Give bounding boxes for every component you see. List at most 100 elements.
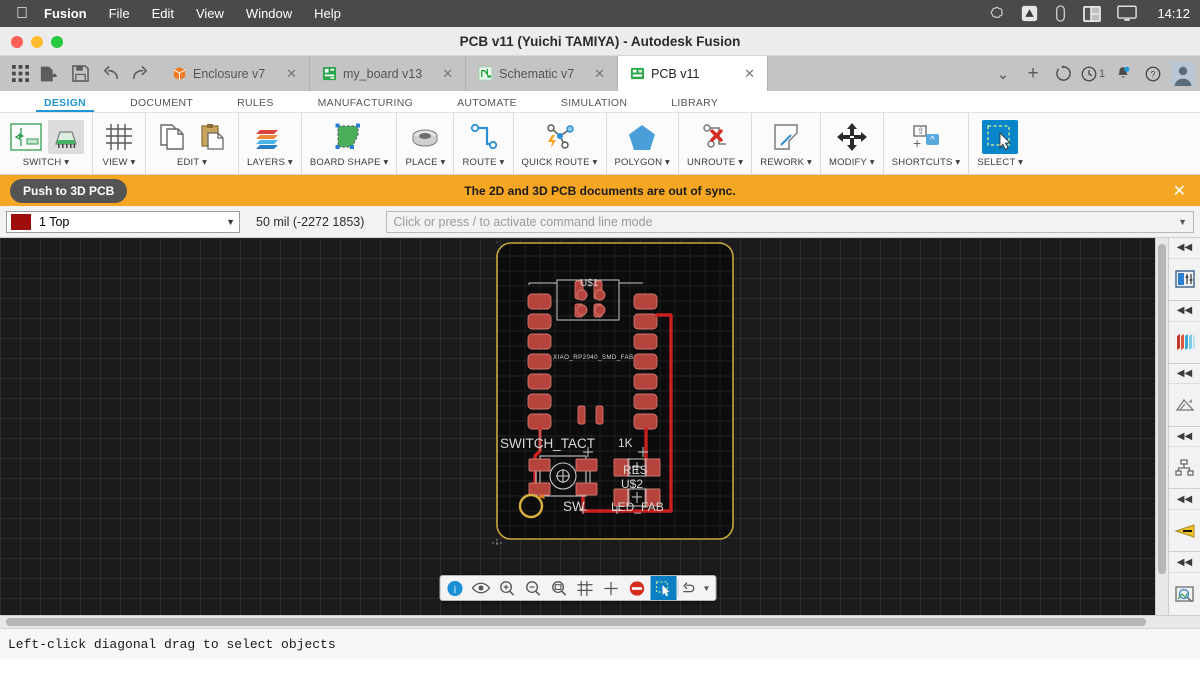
ribbon-group-modify[interactable]: MODIFY ▾ bbox=[821, 113, 884, 174]
copy-icon[interactable] bbox=[154, 120, 190, 154]
schematic-switch-icon[interactable] bbox=[8, 120, 44, 154]
place-component-icon[interactable] bbox=[407, 120, 443, 154]
document-tab-my-board[interactable]: my_board v13 ✕ bbox=[310, 56, 467, 91]
ribbon-tab-design[interactable]: DESIGN bbox=[22, 97, 108, 112]
ribbon-tab-simulation[interactable]: SIMULATION bbox=[539, 97, 649, 112]
ribbon-group-unroute[interactable]: UNROUTE ▾ bbox=[679, 113, 753, 174]
pcb-drawing[interactable]: U$1 XIAO_RP2040_SMD_FAB SWITCH_TACT SW 1… bbox=[0, 238, 1155, 615]
measure-dropdown-icon[interactable]: ▼ bbox=[679, 576, 713, 600]
document-tab-enclosure[interactable]: Enclosure v7 ✕ bbox=[160, 56, 310, 91]
no-entry-icon[interactable] bbox=[624, 576, 650, 600]
ribbon-group-shortcuts[interactable]: ⇧ + ^ SHORTCUTS ▾ bbox=[884, 113, 970, 174]
pcb-switch-icon[interactable] bbox=[48, 120, 84, 154]
design-rules-icon[interactable] bbox=[1169, 384, 1200, 427]
zoom-in-icon[interactable] bbox=[494, 576, 520, 600]
grid-apps-icon[interactable] bbox=[6, 60, 34, 88]
select-rectangle-icon[interactable] bbox=[982, 120, 1019, 154]
ribbon-tab-automate[interactable]: AUTOMATE bbox=[435, 97, 539, 112]
info-icon[interactable]: i bbox=[442, 576, 468, 600]
menu-item-fusion[interactable]: Fusion bbox=[44, 6, 87, 21]
display-icon[interactable] bbox=[1117, 5, 1138, 22]
command-line-input[interactable]: Click or press / to activate command lin… bbox=[386, 210, 1194, 233]
ribbon-group-quick-route[interactable]: QUICK ROUTE ▾ bbox=[514, 113, 607, 174]
crosshair-icon[interactable] bbox=[598, 576, 624, 600]
collapse-panel-drc[interactable]: ◀◀ bbox=[1169, 489, 1200, 511]
canvas-horizontal-scrollbar[interactable] bbox=[0, 615, 1200, 628]
save-icon[interactable] bbox=[66, 60, 94, 88]
zoom-window-button[interactable] bbox=[51, 36, 63, 48]
ribbon-group-view[interactable]: VIEW ▾ bbox=[93, 113, 146, 174]
paste-icon[interactable] bbox=[194, 120, 230, 154]
push-to-3d-pcb-button[interactable]: Push to 3D PCB bbox=[10, 178, 128, 203]
ribbon-tab-manufacturing[interactable]: MANUFACTURING bbox=[296, 97, 435, 112]
ribbon-tab-rules[interactable]: RULES bbox=[215, 97, 296, 112]
ribbon-group-route[interactable]: ROUTE ▾ bbox=[454, 113, 514, 174]
grid-icon[interactable] bbox=[572, 576, 598, 600]
polygon-icon[interactable] bbox=[624, 120, 660, 154]
layers-stack-icon[interactable] bbox=[252, 120, 288, 154]
document-tab-schematic[interactable]: Schematic v7 ✕ bbox=[466, 56, 619, 91]
properties-panel-icon[interactable] bbox=[1169, 259, 1200, 301]
zoom-out-icon[interactable] bbox=[520, 576, 546, 600]
menubar-clock[interactable]: 14:12 bbox=[1157, 6, 1190, 21]
menu-item-view[interactable]: View bbox=[196, 6, 224, 21]
ribbon-group-edit[interactable]: EDIT ▾ bbox=[146, 113, 239, 174]
minimize-window-button[interactable] bbox=[31, 36, 43, 48]
ribbon-group-rework[interactable]: REWORK ▾ bbox=[752, 113, 821, 174]
ribbon-tab-document[interactable]: DOCUMENT bbox=[108, 97, 215, 112]
collapse-panel-hierarchy[interactable]: ◀◀ bbox=[1169, 427, 1200, 448]
pcb-canvas[interactable]: U$1 XIAO_RP2040_SMD_FAB SWITCH_TACT SW 1… bbox=[0, 238, 1155, 615]
chevron-down-icon[interactable]: ⌄ bbox=[990, 61, 1016, 87]
close-icon[interactable]: ✕ bbox=[580, 66, 605, 82]
apple-logo-icon[interactable]:  bbox=[16, 5, 28, 22]
collapse-panel-properties[interactable]: ◀◀ bbox=[1169, 238, 1200, 259]
zoom-fit-icon[interactable] bbox=[546, 576, 572, 600]
chevron-down-icon[interactable]: ▼ bbox=[1178, 217, 1187, 227]
collapse-panel-inspect[interactable]: ◀◀ bbox=[1169, 552, 1200, 573]
quick-route-icon[interactable] bbox=[542, 120, 578, 154]
openai-icon[interactable] bbox=[988, 5, 1005, 22]
close-window-button[interactable] bbox=[11, 36, 23, 48]
move-arrows-icon[interactable] bbox=[834, 120, 870, 154]
layers-panel-icon[interactable] bbox=[1169, 322, 1200, 364]
ribbon-group-board-shape[interactable]: BOARD SHAPE ▾ bbox=[302, 113, 398, 174]
ribbon-group-polygon[interactable]: POLYGON ▾ bbox=[607, 113, 679, 174]
ribbon-group-layers[interactable]: LAYERS ▾ bbox=[239, 113, 302, 174]
menu-item-file[interactable]: File bbox=[109, 6, 130, 21]
undo-icon[interactable] bbox=[96, 60, 124, 88]
plus-icon[interactable]: + bbox=[1020, 61, 1046, 87]
canvas-vertical-scrollbar[interactable] bbox=[1155, 238, 1168, 615]
close-icon[interactable]: ✕ bbox=[428, 66, 453, 82]
board-outline-icon[interactable] bbox=[331, 120, 367, 154]
sync-icon[interactable] bbox=[1050, 61, 1076, 87]
new-document-icon[interactable] bbox=[36, 60, 64, 88]
select-window-icon[interactable] bbox=[650, 576, 676, 600]
ribbon-tab-library[interactable]: LIBRARY bbox=[649, 97, 740, 112]
ribbon-group-switch[interactable]: SWITCH ▾ bbox=[0, 113, 93, 174]
ribbon-group-select[interactable]: SELECT ▾ bbox=[969, 113, 1031, 174]
eye-visibility-icon[interactable] bbox=[468, 576, 494, 600]
collapse-panel-design-rules[interactable]: ◀◀ bbox=[1169, 364, 1200, 385]
document-tab-pcb[interactable]: PCB v11 ✕ bbox=[618, 56, 769, 91]
battery-icon[interactable] bbox=[1054, 5, 1067, 22]
history-icon[interactable]: 1 bbox=[1080, 61, 1106, 87]
chevron-down-icon[interactable]: ▼ bbox=[226, 217, 235, 227]
inspect-icon[interactable] bbox=[1169, 573, 1200, 615]
user-avatar[interactable] bbox=[1170, 61, 1196, 87]
ribbon-group-place[interactable]: PLACE ▾ bbox=[397, 113, 455, 174]
help-icon[interactable]: ? bbox=[1140, 61, 1166, 87]
scrollbar-thumb[interactable] bbox=[6, 618, 1146, 626]
hierarchy-icon[interactable] bbox=[1169, 447, 1200, 490]
grid-view-icon[interactable] bbox=[101, 120, 137, 154]
menu-item-edit[interactable]: Edit bbox=[152, 6, 174, 21]
close-icon[interactable]: ✕ bbox=[272, 66, 297, 82]
panel-icon[interactable] bbox=[1083, 5, 1102, 22]
scrollbar-thumb[interactable] bbox=[1158, 244, 1166, 574]
shortcuts-icon[interactable]: ⇧ + ^ bbox=[908, 120, 944, 154]
drc-marker-icon[interactable] bbox=[1169, 510, 1200, 553]
collapse-panel-layers[interactable]: ◀◀ bbox=[1169, 301, 1200, 322]
bell-icon[interactable] bbox=[1110, 61, 1136, 87]
menu-item-help[interactable]: Help bbox=[314, 6, 341, 21]
close-icon[interactable]: ✕ bbox=[730, 66, 755, 82]
redo-icon[interactable] bbox=[126, 60, 154, 88]
